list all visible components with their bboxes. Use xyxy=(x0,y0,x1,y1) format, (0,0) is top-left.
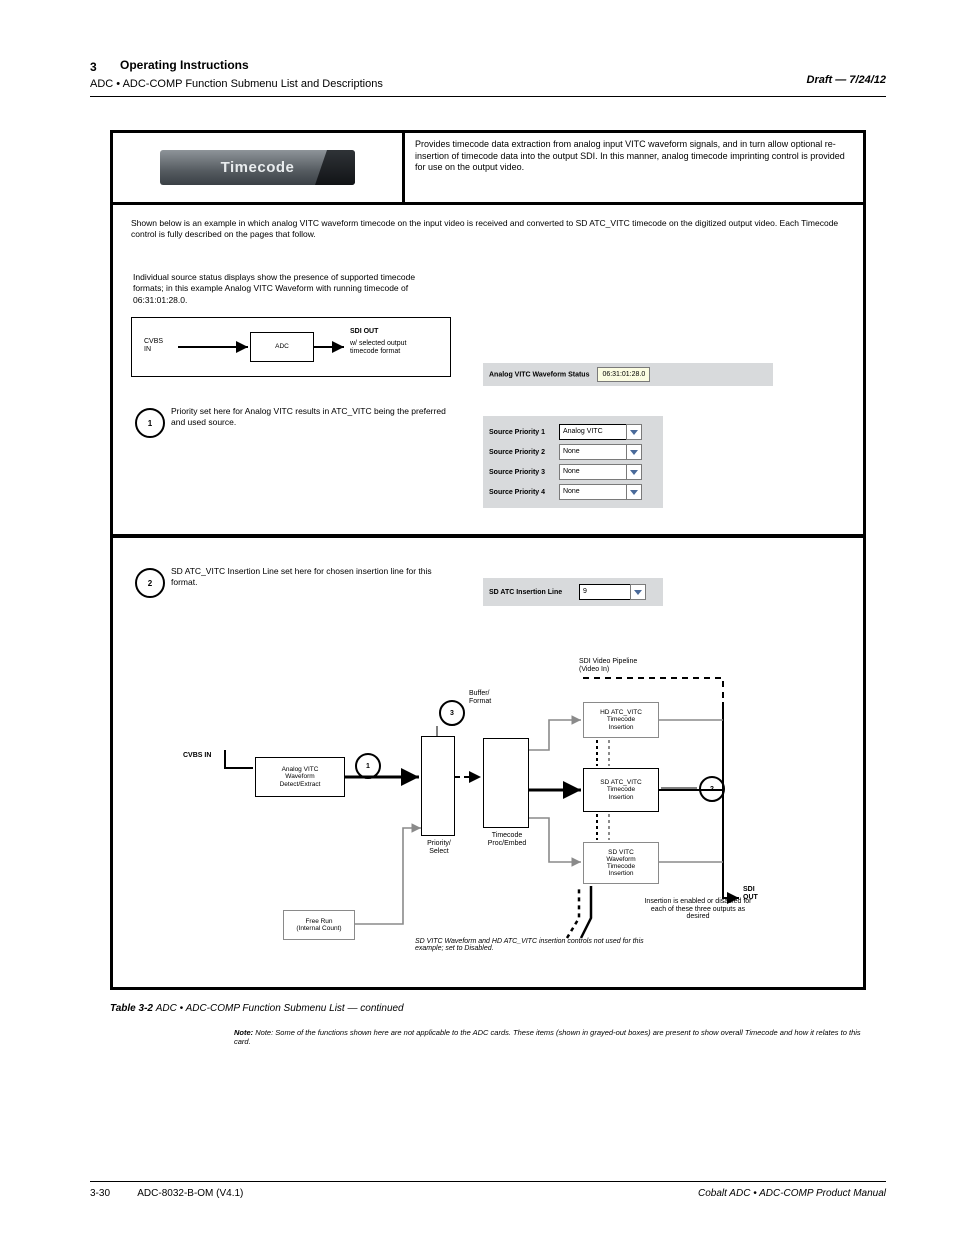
video-in-label: SDI Video Pipeline(Video In) xyxy=(579,658,669,673)
chevron-down-icon[interactable] xyxy=(626,484,642,500)
chapter-title: Operating Instructions xyxy=(120,58,249,72)
status-panel: Analog VITC Waveform Status 06:31:01:28.… xyxy=(483,363,773,386)
mini-in-label: CVBSIN xyxy=(144,338,163,353)
bottom-note1: SD VITC Waveform and HD ATC_VITC inserti… xyxy=(415,938,655,952)
circle2-desc: SD ATC_VITC Insertion Line set here for … xyxy=(171,566,451,589)
diag-circle-1: 1 xyxy=(355,753,381,779)
chevron-down-icon[interactable] xyxy=(626,444,642,460)
status-label: Analog VITC Waveform Status xyxy=(489,371,589,378)
circle-2: 2 xyxy=(135,568,165,598)
sp4-value[interactable]: None xyxy=(559,484,627,500)
buffer-label: Buffer/Format xyxy=(469,690,535,705)
mini-out-bottom: w/ selected outputtimecode format xyxy=(350,340,406,355)
sp1-label: Source Priority 1 xyxy=(489,429,557,436)
atc-value[interactable]: 9 xyxy=(579,584,631,600)
mini-diagram: CVBSIN ADC SDI OUT w/ selected outputtim… xyxy=(131,317,451,377)
diagram-row: 2 SD ATC_VITC Insertion Line set here fo… xyxy=(113,538,863,987)
chapter-number: 3 xyxy=(90,60,97,74)
proc-label: TimecodeProc/Embed xyxy=(479,832,535,847)
free-run-box: Free Run(Internal Count) xyxy=(283,910,355,940)
manual-code: ADC-8032-B-OM (V4.1) xyxy=(137,1188,243,1199)
atc-label: SD ATC Insertion Line xyxy=(489,589,577,596)
diag-circle-2: 2 xyxy=(699,776,725,802)
sp1-value[interactable]: Analog VITC xyxy=(559,424,627,440)
hd-atc-vitc-box: HD ATC_VITCTimecodeInsertion xyxy=(583,702,659,738)
manual-title: Cobalt ADC • ADC-COMP Product Manual xyxy=(698,1188,886,1199)
timecode-tab[interactable]: Timecode xyxy=(160,150,355,185)
sp4-label: Source Priority 4 xyxy=(489,489,557,496)
tab-description-cell: Provides timecode data extraction from a… xyxy=(405,133,863,205)
proc-box xyxy=(483,738,529,828)
sd-atc-vitc-box: SD ATC_VITCTimecodeInsertion xyxy=(583,768,659,812)
header-date: Draft — 7/24/12 xyxy=(807,74,886,86)
bottom-note2: Insertion is enabled or disabled for eac… xyxy=(643,898,753,921)
analog-vitc-box: Analog VITCWaveformDetect/Extract xyxy=(255,757,345,797)
chevron-down-icon[interactable] xyxy=(626,424,642,440)
tab-description: Provides timecode data extraction from a… xyxy=(415,139,845,172)
big-diagram: CVBS IN Analog VITCWaveformDetect/Extrac… xyxy=(183,638,803,978)
note-body: Note: Some of the functions shown here a… xyxy=(234,1028,861,1046)
timecode-tab-label: Timecode xyxy=(221,159,295,176)
priority-box xyxy=(421,736,455,836)
chevron-down-icon[interactable] xyxy=(630,584,646,600)
sp3-label: Source Priority 3 xyxy=(489,469,557,476)
atc-panel: SD ATC Insertion Line 9 xyxy=(483,578,663,606)
subtitle: ADC • ADC-COMP Function Submenu List and… xyxy=(90,78,886,90)
status-value: 06:31:01:28.0 xyxy=(597,367,650,382)
tab-cell: Timecode xyxy=(113,133,405,205)
table-label-rest: ADC • ADC-COMP Function Submenu List — c… xyxy=(156,1003,404,1014)
sp2-label: Source Priority 2 xyxy=(489,449,557,456)
main-table: Timecode Provides timecode data extracti… xyxy=(110,130,866,990)
example-row: Shown below is an example in which analo… xyxy=(113,208,863,538)
priority-panel: Source Priority 1 Analog VITC Source Pri… xyxy=(483,416,663,508)
sp3-value[interactable]: None xyxy=(559,464,627,480)
sd-vitc-wave-box: SD VITCWaveformTimecodeInsertion xyxy=(583,842,659,884)
note-text: Note: Note: Some of the functions shown … xyxy=(234,1028,874,1046)
diag-circle-3: 3 xyxy=(439,700,465,726)
circle1-desc: Priority set here for Analog VITC result… xyxy=(171,406,451,429)
page-number: 3-30 xyxy=(90,1188,110,1199)
mini-out-top: SDI OUT xyxy=(350,328,378,336)
cvbs-in-label: CVBS IN xyxy=(183,752,211,760)
priority-label: Priority/Select xyxy=(419,840,459,855)
sp2-value[interactable]: None xyxy=(559,444,627,460)
source-status-desc: Individual source status displays show t… xyxy=(133,272,443,306)
table-label-prefix: Table 3-2 xyxy=(110,1003,153,1014)
overview-text: Shown below is an example in which analo… xyxy=(131,218,845,241)
mini-adc-box: ADC xyxy=(250,332,314,362)
circle-1: 1 xyxy=(135,408,165,438)
chevron-down-icon[interactable] xyxy=(626,464,642,480)
